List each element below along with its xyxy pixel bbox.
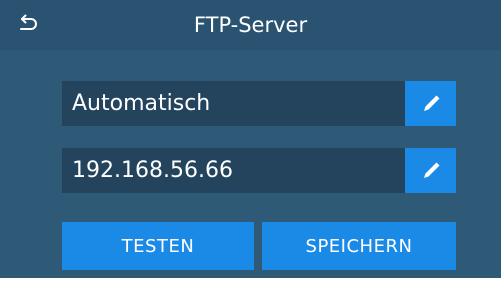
ip-address-value: 192.168.56.66 — [62, 148, 405, 193]
edit-ip-address-button[interactable] — [405, 148, 456, 193]
pencil-icon — [423, 162, 439, 178]
back-arrow-icon — [20, 14, 37, 30]
test-button[interactable]: TESTEN — [62, 222, 254, 270]
mode-value: Automatisch — [62, 81, 405, 126]
ftp-server-screen: FTP-Server Automatisch 192.168.56.66 TES… — [0, 0, 501, 278]
save-button[interactable]: SPEICHERN — [262, 222, 456, 270]
header-bar: FTP-Server — [0, 0, 501, 50]
page-title: FTP-Server — [193, 13, 308, 37]
ip-address-field: 192.168.56.66 — [62, 148, 456, 193]
pencil-icon — [423, 95, 439, 111]
mode-field: Automatisch — [62, 81, 456, 126]
back-button[interactable] — [14, 10, 42, 38]
edit-mode-button[interactable] — [405, 81, 456, 126]
